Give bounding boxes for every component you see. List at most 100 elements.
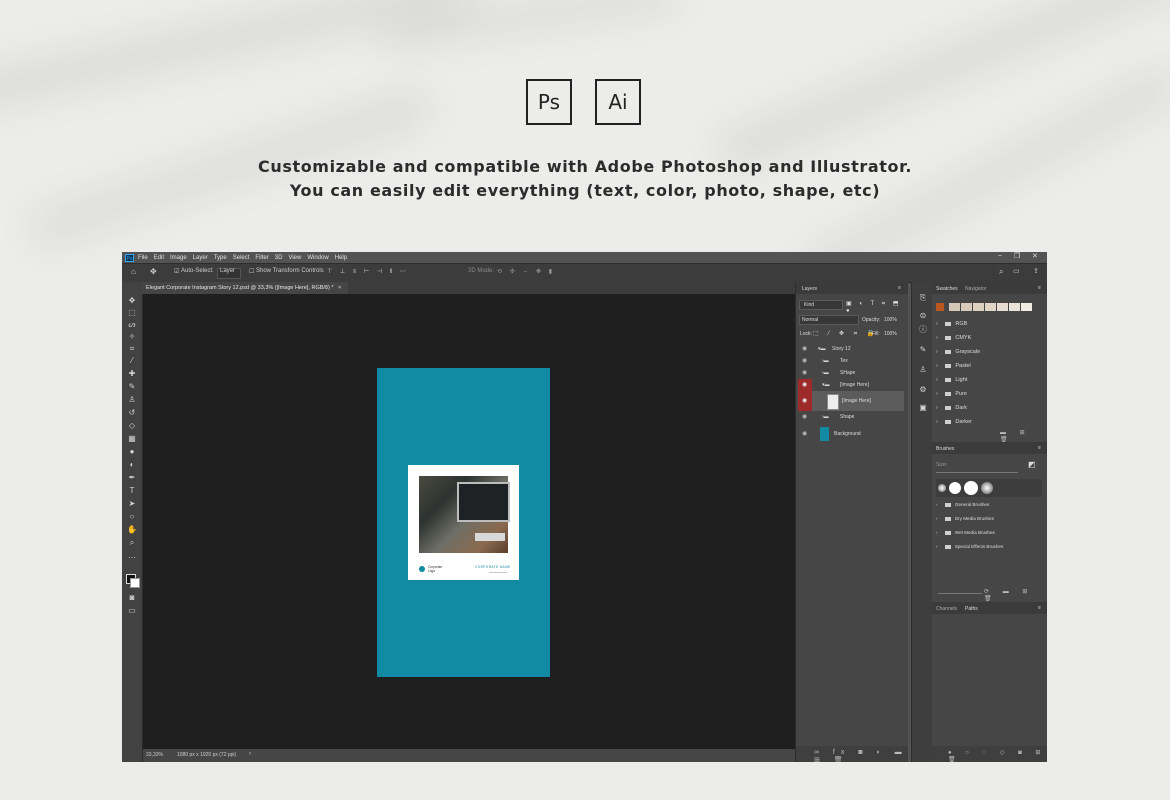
brush-group-general[interactable]: › General Brushes xyxy=(936,498,1040,512)
visibility-eye-icon[interactable]: ◉ xyxy=(802,395,807,407)
properties-icon[interactable]: ⚙ xyxy=(918,386,928,394)
brush-preview-icon[interactable]: ◩ xyxy=(1028,460,1036,469)
visibility-eye-icon[interactable]: ◉ xyxy=(802,367,807,379)
history-brush-icon[interactable]: ↺ xyxy=(127,409,137,417)
document-tab[interactable]: Elegant Corporate Instagram Story 12.psd… xyxy=(142,282,348,294)
visibility-eye-icon[interactable]: ◉ xyxy=(802,411,807,423)
story-artboard[interactable]: Corporate Logo CORPORATE NAME xyxy=(377,368,550,677)
channels-tab[interactable]: Channels xyxy=(936,606,957,612)
color-swatch[interactable] xyxy=(997,303,1008,311)
swatch-group-pure[interactable]: › Pure xyxy=(936,387,1040,401)
align-icons[interactable]: ⊤ ⊥ ≡ ⊢ ⊣ ‖ ⋯ xyxy=(327,268,409,275)
close-tab-icon[interactable]: × xyxy=(338,285,341,291)
opacity-value[interactable]: 100% xyxy=(884,317,897,323)
hand-icon[interactable]: ✋ xyxy=(127,526,137,534)
brushes-tab[interactable]: Brushes xyxy=(936,446,954,452)
brush-tip[interactable] xyxy=(949,482,961,494)
swatches-footer-icons[interactable]: ▬ ⊞ 🗑 xyxy=(1000,429,1047,443)
brush-tip[interactable] xyxy=(981,482,993,494)
menu-3d[interactable]: 3D xyxy=(275,255,283,261)
info-icon[interactable]: ⓘ xyxy=(918,326,928,334)
brush-size-slider[interactable] xyxy=(936,472,1018,473)
visibility-eye-icon[interactable]: ◉ xyxy=(802,428,807,440)
menu-view[interactable]: View xyxy=(288,255,301,261)
paths-tab[interactable]: Paths xyxy=(965,606,978,612)
more-tools-icon[interactable]: ⋯ xyxy=(127,554,137,562)
canvas-area[interactable]: Corporate Logo CORPORATE NAME xyxy=(143,294,795,749)
zoom-icon[interactable]: ⌕ xyxy=(127,539,137,547)
menu-layer[interactable]: Layer xyxy=(193,255,208,261)
restore-icon[interactable]: ❐ xyxy=(1014,252,1020,260)
brush-group-special-effects[interactable]: › Special Effects Brushes xyxy=(936,540,1040,554)
magic-wand-icon[interactable]: ✧ xyxy=(127,333,137,341)
brush-tip[interactable] xyxy=(964,481,978,495)
clone-source-icon[interactable]: ♙ xyxy=(918,366,928,374)
layers-footer-icons[interactable]: ∞ fx ◙ ◐ ▬ ⊞ 🗑 xyxy=(814,749,908,762)
color-swatch[interactable] xyxy=(961,303,972,311)
swatch-group-cmyk[interactable]: › CMYK xyxy=(936,331,1040,345)
type-icon[interactable]: T xyxy=(127,487,137,495)
paths-footer-icons[interactable]: ● ○ ◌ ◇ ◙ ⊞ 🗑 xyxy=(948,749,1047,762)
menu-help[interactable]: Help xyxy=(335,255,347,261)
navigator-tab[interactable]: Navigator xyxy=(965,286,986,292)
swatch-group-rgb[interactable]: › RGB xyxy=(936,317,1040,331)
move-tool-icon[interactable]: ✥ xyxy=(150,267,157,276)
lasso-icon[interactable]: ᔕ xyxy=(127,321,137,329)
quick-mask-icon[interactable]: ◙ xyxy=(127,594,137,602)
menu-window[interactable]: Window xyxy=(307,255,328,261)
swatch-group-darker[interactable]: › Darker xyxy=(936,415,1040,429)
brush-group-wet-media[interactable]: › Wet Media Brushes xyxy=(936,526,1040,540)
menu-type[interactable]: Type xyxy=(214,255,227,261)
brushes-menu-icon[interactable]: ≡ xyxy=(1038,445,1041,451)
swatch-group-dark[interactable]: › Dark xyxy=(936,401,1040,415)
layer-shape[interactable]: ◉ ›▬ Shape xyxy=(798,411,904,423)
brush-group-dry-media[interactable]: › Dry Media Brushes xyxy=(936,512,1040,526)
swatch-group-grayscale[interactable]: › Grayscale xyxy=(936,345,1040,359)
swatches-menu-icon[interactable]: ≡ xyxy=(1038,285,1041,291)
shape-icon[interactable]: ○ xyxy=(127,513,137,521)
adjustments-icon[interactable]: ⊜ xyxy=(918,312,928,320)
brushes-footer-icons[interactable]: ⟳ ▬ ⊞ 🗑 xyxy=(984,588,1047,602)
layer-tex[interactable]: ◉ ›▬ Tex xyxy=(798,355,904,367)
filter-icons[interactable]: ▣ ◐ T ⌗ ⬒ ● xyxy=(846,300,908,314)
visibility-eye-icon[interactable]: ◉ xyxy=(802,343,807,355)
layers-tab[interactable]: Layers xyxy=(802,286,817,292)
gradient-icon[interactable]: ▦ xyxy=(127,435,137,443)
color-swatch[interactable] xyxy=(949,303,960,311)
brush-settings-icon[interactable]: ✎ xyxy=(918,346,928,354)
dodge-icon[interactable]: ◐ xyxy=(127,461,137,469)
layers-menu-icon[interactable]: ≡ xyxy=(898,285,901,291)
move-icon[interactable]: ✥ xyxy=(127,297,137,305)
background-color-icon[interactable] xyxy=(130,578,140,588)
3d-icons[interactable]: ⟲ ✣ ⇔ ✥ ▮ xyxy=(497,268,555,275)
path-selection-icon[interactable]: ➤ xyxy=(127,500,137,508)
history-icon[interactable]: ⎘ xyxy=(918,294,928,302)
layer-image-here-selected[interactable]: ◉ [Image Here] xyxy=(798,391,904,411)
status-arrow-icon[interactable]: › xyxy=(249,751,251,757)
healing-icon[interactable]: ✚ xyxy=(127,370,137,378)
pen-icon[interactable]: ✒ xyxy=(127,474,137,482)
eyedropper-icon[interactable]: ⁄ xyxy=(127,357,137,365)
brush-tip[interactable] xyxy=(938,484,946,492)
share-icon[interactable]: ⇪ xyxy=(1033,267,1039,275)
eraser-icon[interactable]: ◇ xyxy=(127,422,137,430)
color-swatch[interactable] xyxy=(973,303,984,311)
color-swatch[interactable] xyxy=(936,303,944,311)
brush-icon[interactable]: ✎ xyxy=(127,383,137,391)
zoom-level[interactable]: 33,33% xyxy=(146,752,163,758)
paths-menu-icon[interactable]: ≡ xyxy=(1038,605,1041,611)
layer-background[interactable]: ◉ Background xyxy=(798,424,904,444)
menu-image[interactable]: Image xyxy=(170,255,187,261)
menu-select[interactable]: Select xyxy=(233,255,250,261)
libraries-icon[interactable]: ▣ xyxy=(918,404,928,412)
close-icon[interactable]: ✕ xyxy=(1032,252,1038,260)
menu-edit[interactable]: Edit xyxy=(154,255,164,261)
fill-value[interactable]: 100% xyxy=(884,331,897,337)
transform-checkbox[interactable]: ☐ xyxy=(249,268,254,275)
minimize-icon[interactable]: – xyxy=(998,252,1002,259)
swatches-tab[interactable]: Swatches xyxy=(936,286,958,292)
stamp-icon[interactable]: ♙ xyxy=(127,396,137,404)
swatch-group-light[interactable]: › Light xyxy=(936,373,1040,387)
color-swatch[interactable] xyxy=(985,303,996,311)
layer-image-here-group[interactable]: ◉ ▾▬ [Image Here] xyxy=(798,379,904,391)
